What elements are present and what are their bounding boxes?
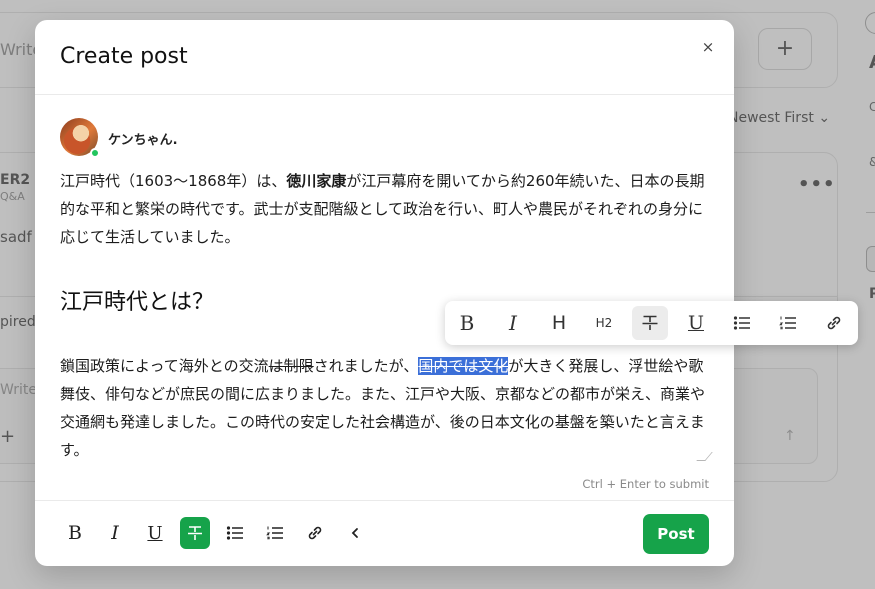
bubble-strikethrough-button[interactable] (632, 306, 668, 340)
bg-sort-label: Newest First (728, 110, 814, 126)
bold-icon: B (68, 522, 82, 544)
bold-text: 徳川家康 (286, 172, 347, 190)
underline-icon: U (687, 312, 704, 334)
bullet-list-button[interactable] (220, 517, 250, 549)
author-name: ケンちゃん. (108, 133, 178, 148)
bg-right-heading: A (869, 52, 875, 73)
online-status-dot (90, 148, 100, 158)
text-run: されましたが、 (313, 357, 419, 375)
bubble-bullet-list-button[interactable] (724, 306, 760, 340)
submit-hint: Ctrl + Enter to submit (582, 477, 709, 491)
italic-button[interactable]: I (100, 517, 130, 549)
bg-post-excerpt: sadf (0, 228, 32, 246)
bg-add-button: + (758, 28, 812, 70)
modal-title: Create post (60, 44, 188, 69)
floating-format-toolbar: B I H H2 U (445, 301, 858, 345)
post-button[interactable]: Post (643, 514, 709, 554)
chevron-down-icon: ⌄ (818, 110, 831, 126)
bg-reply-add: + (0, 426, 16, 447)
strikethrough-icon (642, 315, 658, 330)
editor-footer: B I U Post (35, 500, 734, 566)
content-heading: 江戸時代とは？ (60, 290, 215, 315)
collapse-toolbar-button[interactable] (340, 517, 370, 549)
strikethrough-button[interactable] (180, 517, 210, 549)
chevron-left-icon (351, 528, 358, 538)
bg-tag: pired (0, 314, 36, 330)
heading2-icon: H2 (595, 316, 613, 330)
selected-text: 国内では文化 (418, 357, 509, 375)
post-editor[interactable]: 江戸時代（1603〜1868年）は、徳川家康が江戸幕府を開いてから約260年続い… (60, 167, 710, 459)
strikethrough-icon (188, 526, 202, 540)
bg-post-category: Q&A (0, 190, 25, 203)
bold-icon: B (459, 311, 475, 335)
close-button[interactable]: × (698, 37, 718, 57)
bg-right-avatar (865, 12, 875, 34)
bg-right-text-3: P (869, 286, 875, 302)
bg-sort-dropdown: Newest First ⌄ (728, 110, 830, 126)
bg-right-text-2: & (869, 155, 875, 169)
paragraph-2: 鎖国政策によって海外との交流は制限されましたが、国内では文化が大きく発展し、浮世… (60, 352, 710, 464)
italic-icon: I (509, 311, 517, 335)
bubble-underline-button[interactable]: U (678, 306, 714, 340)
bullet-list-icon (226, 526, 243, 540)
create-post-modal: Create post × ケンちゃん. 江戸時代（1603〜1868年）は、徳… (35, 20, 734, 566)
numbered-list-icon (266, 526, 283, 540)
more-icon: ••• (798, 174, 836, 195)
italic-icon: I (111, 522, 119, 544)
numbered-list-button[interactable] (260, 517, 290, 549)
bg-right-text: C (869, 100, 875, 114)
numbered-list-icon (779, 316, 796, 330)
bold-button[interactable]: B (60, 517, 90, 549)
text-run: 鎖国政策によって海外との交流 (60, 357, 269, 375)
paragraph-1: 江戸時代（1603〜1868年）は、徳川家康が江戸幕府を開いてから約260年続い… (60, 167, 710, 251)
strikethrough-text: は制限 (268, 357, 314, 375)
close-icon: × (701, 38, 715, 56)
bubble-bold-button[interactable]: B (449, 306, 485, 340)
bubble-heading-button[interactable]: H (541, 306, 577, 340)
bubble-heading2-button[interactable]: H2 (586, 306, 622, 340)
underline-button[interactable]: U (140, 517, 170, 549)
underline-icon: U (147, 522, 163, 544)
heading-icon: H (551, 312, 567, 334)
bubble-link-button[interactable] (816, 306, 852, 340)
text-run: 江戸時代（1603〜1868年）は、 (60, 172, 287, 190)
bg-right-divider (866, 212, 875, 213)
bubble-italic-button[interactable]: I (495, 306, 531, 340)
link-icon (308, 526, 322, 540)
link-button[interactable] (300, 517, 330, 549)
bullet-list-icon (733, 316, 750, 330)
arrow-up-icon: ↑ (784, 428, 796, 444)
bubble-numbered-list-button[interactable] (770, 306, 806, 340)
modal-header: Create post × (35, 20, 734, 95)
link-icon (827, 316, 841, 330)
bg-right-box (866, 246, 875, 272)
